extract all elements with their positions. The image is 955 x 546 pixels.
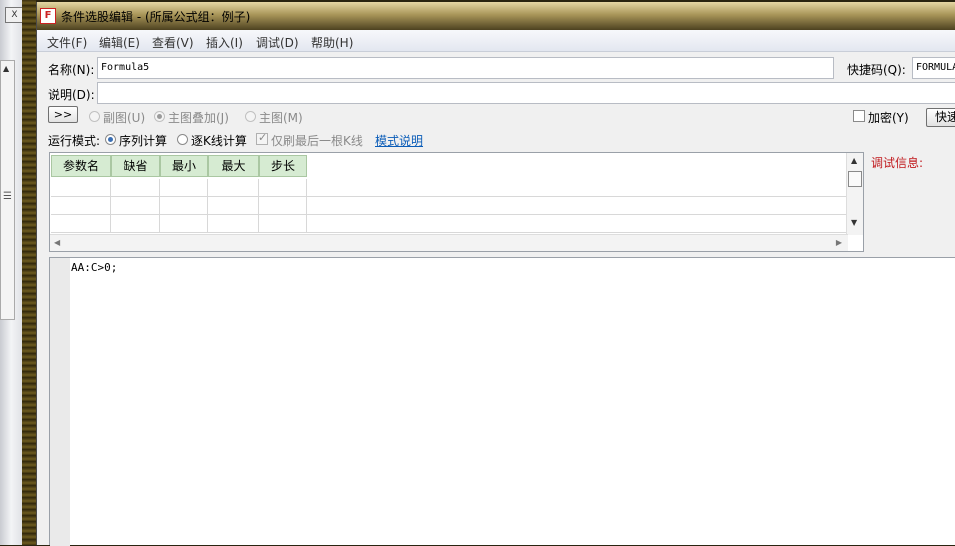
encrypt-checkbox[interactable] <box>853 110 865 122</box>
editor-gutter <box>50 258 70 546</box>
menu-insert[interactable]: 插入(I) <box>206 34 243 51</box>
scroll-down-icon[interactable]: ▼ <box>851 218 857 227</box>
shortcut-input[interactable]: FORMULA5 <box>912 57 955 79</box>
scroll-up-icon[interactable]: ▲ <box>3 64 9 73</box>
menu-help[interactable]: 帮助(H) <box>311 34 353 51</box>
name-label: 名称(N): <box>48 63 95 77</box>
formula-app-icon: F <box>40 8 56 24</box>
shortcut-label: 快捷码(Q): <box>847 63 906 77</box>
table-row[interactable] <box>51 179 847 197</box>
radio-main-chart[interactable] <box>245 111 256 122</box>
formula-editor-dialog: F 条件选股编辑 - (所属公式组：例子) 文件(F) 编辑(E) 查看(V) … <box>36 2 955 546</box>
table-cell[interactable] <box>111 179 160 197</box>
grip-icon[interactable]: ☰ <box>3 191 12 202</box>
table-row[interactable] <box>51 197 847 215</box>
name-input[interactable]: Formula5 <box>97 57 834 79</box>
menu-debug[interactable]: 调试(D) <box>256 34 299 51</box>
table-cell[interactable] <box>208 215 259 233</box>
scroll-thumb[interactable] <box>848 171 862 187</box>
table-cell[interactable] <box>111 215 160 233</box>
code-line[interactable]: AA:C>0; <box>71 261 117 274</box>
column-header-max[interactable]: 最大 <box>208 155 259 177</box>
radio-series-calc[interactable] <box>105 134 116 145</box>
description-input[interactable] <box>97 82 955 104</box>
column-header-step[interactable]: 步长 <box>259 155 307 177</box>
window-divider <box>22 0 36 545</box>
formula-code-editor[interactable]: AA:C>0; <box>49 257 955 546</box>
table-cell[interactable] <box>51 197 111 215</box>
column-header-name[interactable]: 参数名 <box>51 155 111 177</box>
table-cell[interactable] <box>259 215 307 233</box>
window-title: 条件选股编辑 - (所属公式组：例子) <box>61 10 251 24</box>
table-cell[interactable] <box>160 179 208 197</box>
table-header: 参数名 缺省 最小 最大 步长 <box>50 153 850 177</box>
radio-main-overlay-label: 主图叠加(J) <box>168 111 229 125</box>
table-cell[interactable] <box>208 179 259 197</box>
table-cell[interactable] <box>111 197 160 215</box>
scroll-up-icon[interactable]: ▲ <box>851 156 857 165</box>
description-label: 说明(D): <box>48 88 95 102</box>
table-row[interactable] <box>51 215 847 233</box>
last-bar-label: 仅刷最后一根K线 <box>271 134 363 148</box>
title-bar[interactable]: F 条件选股编辑 - (所属公式组：例子) <box>37 2 955 30</box>
fast-button[interactable]: 快速 <box>926 108 955 127</box>
table-cell[interactable] <box>160 197 208 215</box>
run-mode-label: 运行模式: <box>48 134 101 148</box>
radio-per-bar-calc[interactable] <box>177 134 188 145</box>
table-cell[interactable] <box>160 215 208 233</box>
table-cell[interactable] <box>51 179 111 197</box>
column-header-default[interactable]: 缺省 <box>111 155 160 177</box>
menu-edit[interactable]: 编辑(E) <box>99 34 140 51</box>
menu-view[interactable]: 查看(V) <box>152 34 194 51</box>
table-cell[interactable] <box>259 197 307 215</box>
parameters-table[interactable]: 参数名 缺省 最小 最大 步长 ▲ ▼ ◀ ▶ <box>49 152 864 252</box>
radio-series-calc-label: 序列计算 <box>119 134 168 148</box>
mode-help-link[interactable]: 模式说明 <box>375 132 423 149</box>
table-cell[interactable] <box>259 179 307 197</box>
debug-info-label: 调试信息: <box>871 156 924 170</box>
table-cell[interactable] <box>208 197 259 215</box>
radio-main-chart-label: 主图(M) <box>259 111 303 125</box>
menu-file[interactable]: 文件(F) <box>47 34 87 51</box>
radio-subchart-label: 副图(U) <box>103 111 146 125</box>
scroll-left-icon[interactable]: ◀ <box>54 238 60 247</box>
radio-per-bar-calc-label: 逐K线计算 <box>191 134 247 148</box>
radio-subchart[interactable] <box>89 111 100 122</box>
last-bar-checkbox[interactable] <box>256 131 268 145</box>
table-horizontal-scrollbar[interactable]: ◀ ▶ <box>50 234 848 251</box>
background-scrollbar[interactable]: ▲ ☰ <box>0 60 15 320</box>
table-vertical-scrollbar[interactable]: ▲ ▼ <box>846 153 863 235</box>
menu-bar: 文件(F) 编辑(E) 查看(V) 插入(I) 调试(D) 帮助(H) <box>37 30 955 52</box>
radio-main-overlay[interactable] <box>154 111 165 122</box>
scroll-right-icon[interactable]: ▶ <box>836 238 842 247</box>
encrypt-label: 加密(Y) <box>868 111 909 125</box>
table-cell[interactable] <box>51 215 111 233</box>
column-header-min[interactable]: 最小 <box>160 155 208 177</box>
expand-button[interactable]: >> <box>48 106 78 123</box>
